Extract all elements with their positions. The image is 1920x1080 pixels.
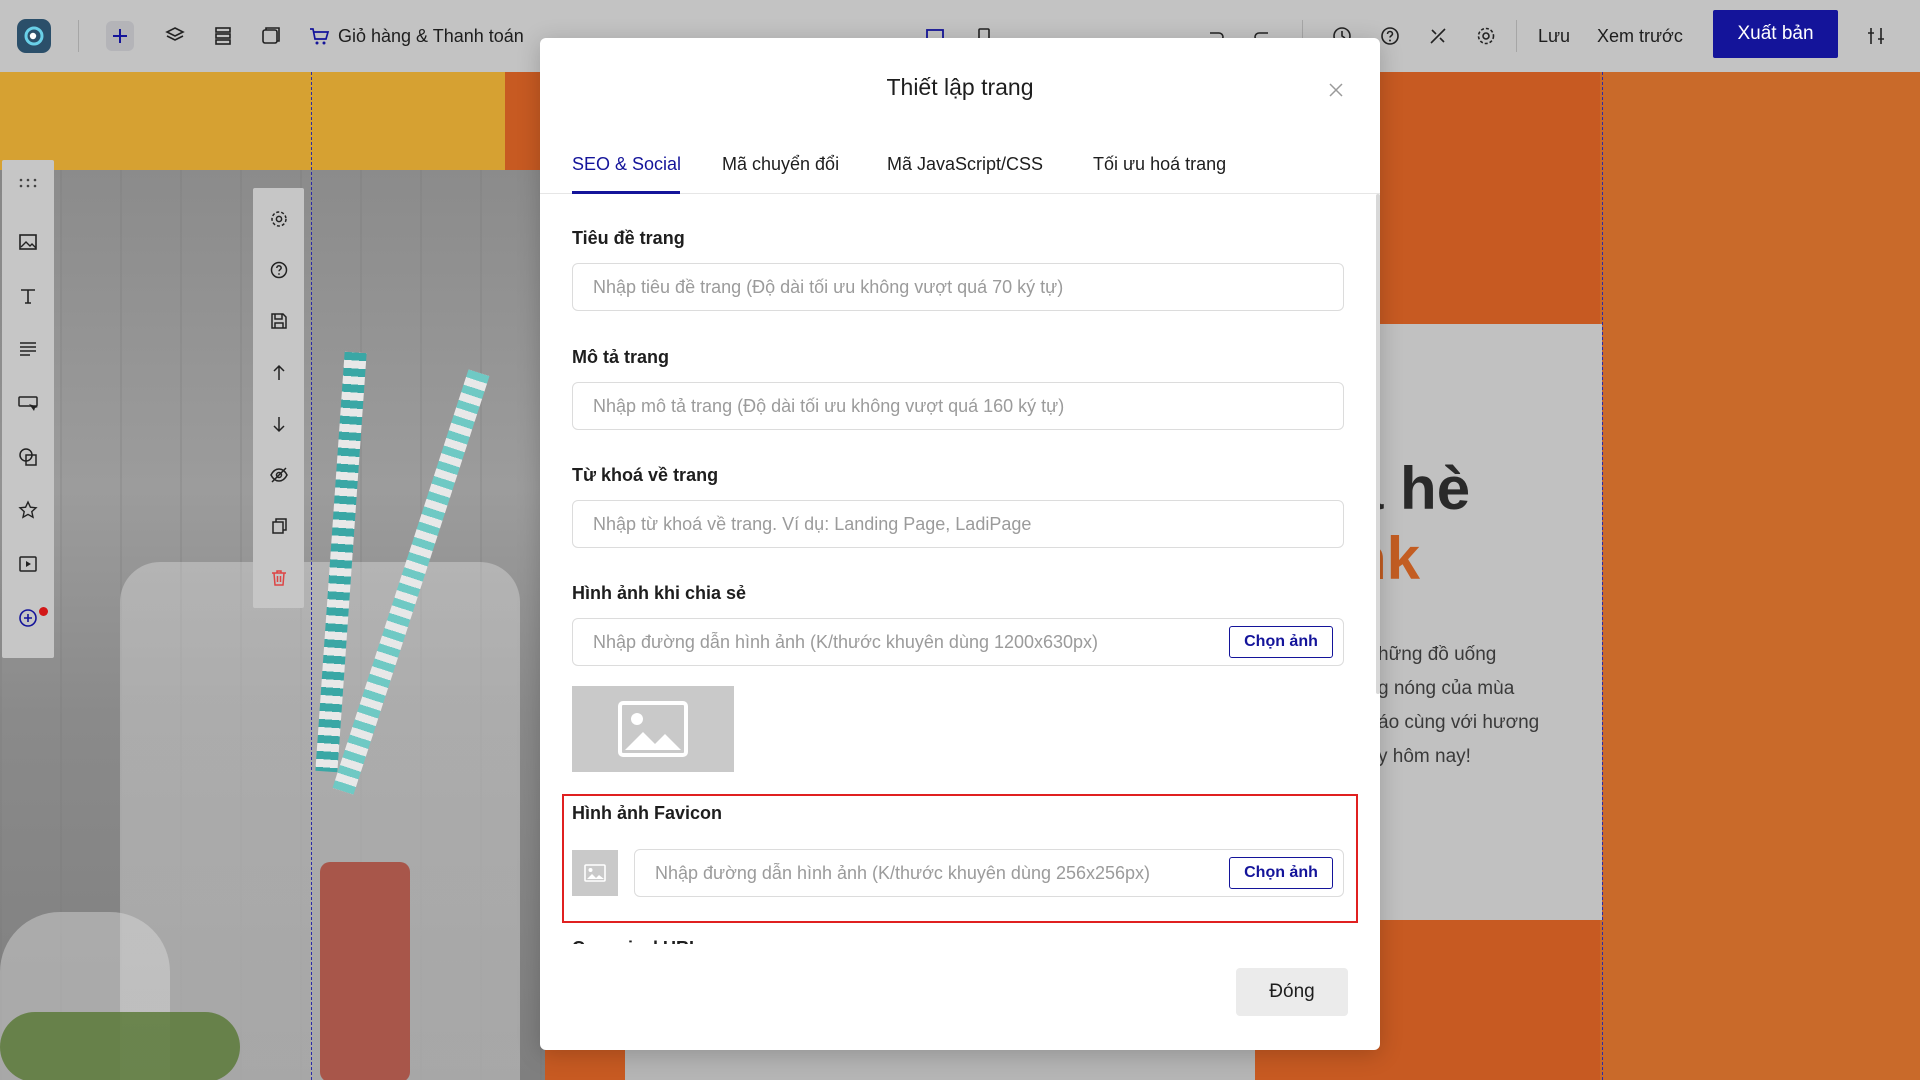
favicon-label: Hình ảnh Favicon — [572, 803, 723, 823]
close-button[interactable]: Đóng — [1236, 968, 1348, 1016]
tab-seo-social[interactable]: SEO & Social — [572, 154, 681, 194]
modal-title: Thiết lập trang — [886, 74, 1034, 100]
favicon-preview[interactable] — [572, 850, 618, 896]
tab-javascript-css[interactable]: Mã JavaScript/CSS — [887, 154, 1043, 194]
choose-share-image-button[interactable]: Chọn ảnh — [1229, 626, 1333, 658]
image-placeholder-icon — [584, 864, 606, 882]
tab-page-optimization[interactable]: Tối ưu hoá trang — [1093, 154, 1226, 194]
close-icon[interactable] — [1324, 78, 1348, 102]
image-placeholder-icon — [618, 701, 688, 757]
choose-favicon-button[interactable]: Chọn ảnh — [1229, 857, 1333, 889]
tab-conversion-code[interactable]: Mã chuyển đổi — [722, 154, 839, 194]
page-description-label: Mô tả trang — [572, 347, 669, 367]
canonical-url-label: Canonical URL — [572, 936, 700, 944]
page-keywords-input[interactable] — [572, 500, 1344, 548]
share-image-label: Hình ảnh khi chia sẻ — [572, 583, 747, 603]
page-title-label: Tiêu đề trang — [572, 228, 685, 248]
page-keywords-label: Từ khoá về trang — [572, 465, 719, 485]
page-title-input[interactable] — [572, 263, 1344, 311]
page-description-input[interactable] — [572, 382, 1344, 430]
page-settings-modal: Thiết lập trang SEO & Social Mã chuyển đ… — [540, 38, 1380, 1050]
active-tab-indicator — [572, 191, 680, 194]
modal-tabs: SEO & Social Mã chuyển đổi Mã JavaScript… — [540, 142, 1380, 194]
modal-scrollbar[interactable] — [1376, 194, 1380, 694]
share-image-preview[interactable] — [572, 686, 734, 772]
